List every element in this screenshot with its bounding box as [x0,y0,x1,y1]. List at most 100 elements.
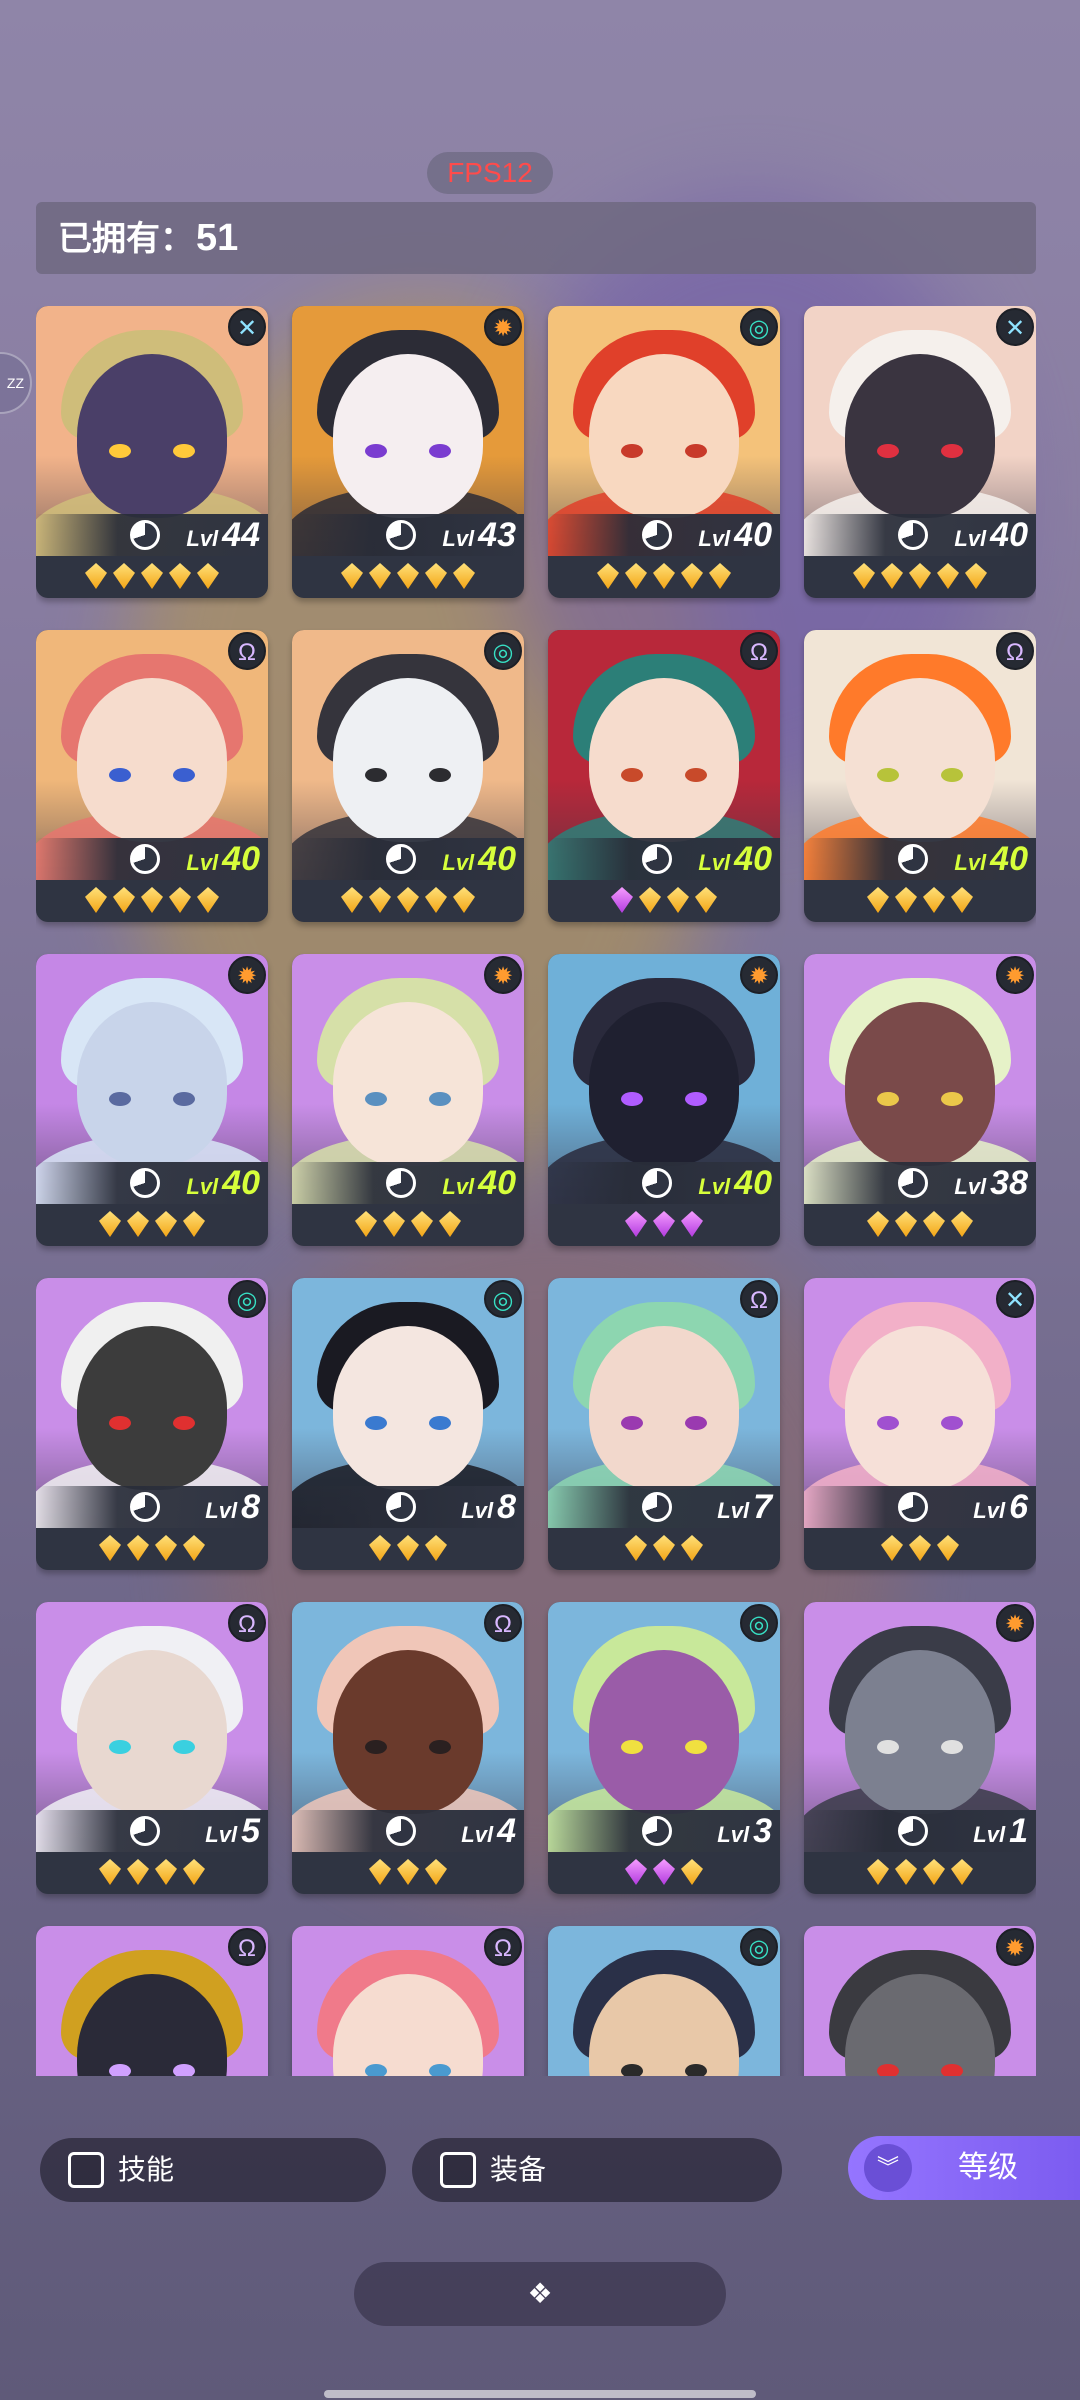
gold-gem-icon [681,1859,703,1885]
hero-card[interactable]: ✹ [804,1926,1036,2076]
hero-face [333,1650,483,1814]
hero-card[interactable]: ✕ Lvl 6 [804,1278,1036,1570]
hero-card[interactable]: Ω Lvl 40 [548,630,780,922]
hero-level: Lvl 40 [954,518,1028,556]
hero-card[interactable]: Ω Lvl 7 [548,1278,780,1570]
hero-card[interactable]: ◎ Lvl 8 [292,1278,524,1570]
level-progress-icon [642,520,672,550]
level-progress-icon [130,1492,160,1522]
hero-face [333,1002,483,1166]
hero-card[interactable]: ◎ [548,1926,780,2076]
class-x-icon: ✕ [996,1280,1034,1318]
rank-gems [804,882,1036,918]
gold-gem-icon [453,563,475,589]
gold-gem-icon [895,1859,917,1885]
level-value: 40 [990,840,1028,878]
hero-card[interactable]: ✕ Lvl 40 [804,306,1036,598]
hero-card[interactable]: ✹ Lvl 38 [804,954,1036,1246]
level-bar: Lvl 8 [36,1486,268,1528]
level-prefix: Lvl [461,1498,494,1523]
level-prefix: Lvl [186,526,219,551]
level-progress-icon [386,844,416,874]
hero-eyes [877,1416,963,1432]
gold-gem-icon [425,1859,447,1885]
hero-card[interactable]: Ω Lvl 40 [36,630,268,922]
hero-level: Lvl 4 [461,1814,516,1852]
hero-card[interactable]: ✹ Lvl 40 [548,954,780,1246]
level-bar: Lvl 40 [548,1162,780,1204]
gold-gem-icon [909,1535,931,1561]
hero-card[interactable]: ◎ Lvl 40 [548,306,780,598]
gold-gem-icon [867,1859,889,1885]
hero-card[interactable]: ✹ Lvl 1 [804,1602,1036,1894]
gold-gem-icon [895,887,917,913]
skill-filter-toggle[interactable]: 技能 [40,2138,386,2202]
level-progress-icon [386,1816,416,1846]
hero-level: Lvl 40 [954,842,1028,880]
hero-eyes [365,1416,451,1432]
level-bar: Lvl 40 [804,514,1036,556]
hero-card[interactable]: Ω Lvl 5 [36,1602,268,1894]
gold-gem-icon [951,1211,973,1237]
rank-gems [292,1206,524,1242]
hero-card[interactable]: ◎ Lvl 3 [548,1602,780,1894]
sort-label: 等级 [958,2151,1018,2184]
sort-by-level-button[interactable]: ︾ 等级 [848,2136,1080,2200]
equip-filter-toggle[interactable]: 装备 [412,2138,782,2202]
gold-gem-icon [709,563,731,589]
level-progress-icon [642,1492,672,1522]
hero-eyes [621,1740,707,1756]
hero-face [845,354,995,518]
gold-gem-icon [85,563,107,589]
level-prefix: Lvl [717,1822,750,1847]
level-bar: Lvl 3 [548,1810,780,1852]
hero-card[interactable]: ◎ Lvl 40 [292,630,524,922]
level-progress-icon [898,1492,928,1522]
level-value: 5 [241,1812,260,1850]
level-bar: Lvl 7 [548,1486,780,1528]
hero-eyes [109,1092,195,1108]
hero-card[interactable]: Ω [36,1926,268,2076]
hero-level: Lvl 40 [698,1166,772,1204]
hero-eyes [365,768,451,784]
hero-card[interactable]: ✹ Lvl 40 [36,954,268,1246]
level-bar: Lvl 40 [804,838,1036,880]
equip-checkbox[interactable] [440,2152,476,2188]
gold-gem-icon [99,1859,121,1885]
gold-gem-icon [425,887,447,913]
hero-card[interactable]: ✕ Lvl 44 [36,306,268,598]
fps-counter: FPS12 [427,152,553,194]
hero-level: Lvl 3 [717,1814,772,1852]
hero-card[interactable]: Ω Lvl 40 [804,630,1036,922]
class-swirl-icon: ◎ [740,1604,778,1642]
level-progress-icon [386,1492,416,1522]
hero-card[interactable]: ◎ Lvl 8 [36,1278,268,1570]
gold-gem-icon [99,1211,121,1237]
class-x-icon: ✕ [228,308,266,346]
level-progress-icon [642,844,672,874]
hero-face [845,678,995,842]
rank-gems [292,1530,524,1566]
hero-grid: ✕ Lvl 44 ✹ Lvl 43 ◎ Lvl 40 ✕ Lvl 40 Ω Lvl 40 ◎ Lvl 40 Ω Lvl… [36,306,1036,2076]
hero-card[interactable]: Ω Lvl 4 [292,1602,524,1894]
hero-card[interactable]: Ω [292,1926,524,2076]
hero-level: Lvl 8 [461,1490,516,1528]
hero-level: Lvl 40 [442,1166,516,1204]
gold-gem-icon [923,1859,945,1885]
gold-gem-icon [597,563,619,589]
hero-card[interactable]: ✹ Lvl 40 [292,954,524,1246]
level-prefix: Lvl [205,1498,238,1523]
hero-card[interactable]: ✹ Lvl 43 [292,306,524,598]
collapse-button[interactable]: ❖ [354,2262,726,2326]
hero-level: Lvl 38 [954,1166,1028,1204]
gold-gem-icon [397,1859,419,1885]
gold-gem-icon [127,1859,149,1885]
skill-checkbox[interactable] [68,2152,104,2188]
hero-face [333,678,483,842]
gold-gem-icon [923,1211,945,1237]
home-indicator[interactable] [324,2390,756,2398]
side-drawer-tab[interactable]: ZZ [0,352,32,414]
level-bar: Lvl 4 [292,1810,524,1852]
level-value: 40 [478,840,516,878]
level-bar: Lvl 38 [804,1162,1036,1204]
